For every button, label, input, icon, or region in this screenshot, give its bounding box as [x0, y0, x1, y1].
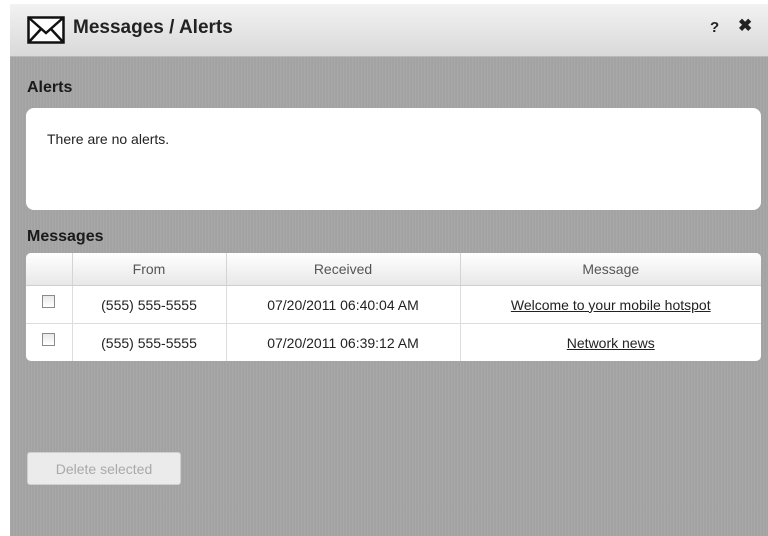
delete-selected-button[interactable]: Delete selected — [27, 452, 181, 485]
column-header-select — [26, 253, 73, 286]
messages-table: From Received Message (555) 555-5555 07/… — [26, 253, 761, 361]
row-select-cell — [26, 285, 73, 324]
help-icon[interactable]: ? — [710, 19, 719, 36]
row-checkbox[interactable] — [42, 333, 56, 347]
table-header-row: From Received Message — [26, 253, 761, 286]
table-row: (555) 555-5555 07/20/2011 06:40:04 AM We… — [26, 285, 761, 324]
row-checkbox[interactable] — [42, 295, 56, 309]
received-cell: 07/20/2011 06:39:12 AM — [226, 323, 461, 361]
row-select-cell — [26, 323, 73, 361]
message-cell: Network news — [460, 324, 761, 362]
envelope-icon — [27, 16, 65, 44]
dialog-title: Messages / Alerts — [73, 17, 233, 38]
messages-alerts-dialog: Messages / Alerts ? ✖ Alerts There are n… — [10, 4, 768, 536]
messages-heading: Messages — [27, 228, 104, 245]
from-cell: (555) 555-5555 — [72, 323, 227, 361]
message-link[interactable]: Network news — [567, 335, 655, 351]
alerts-empty-text: There are no alerts. — [47, 131, 170, 147]
table-row: (555) 555-5555 07/20/2011 06:39:12 AM Ne… — [26, 323, 761, 362]
message-cell: Welcome to your mobile hotspot — [460, 285, 761, 324]
column-header-received[interactable]: Received — [226, 253, 461, 286]
dialog-titlebar: Messages / Alerts ? ✖ — [10, 4, 768, 57]
close-icon[interactable]: ✖ — [738, 16, 752, 36]
column-header-message[interactable]: Message — [460, 253, 761, 286]
alerts-panel: There are no alerts. — [26, 108, 761, 210]
alerts-heading: Alerts — [27, 79, 73, 96]
received-cell: 07/20/2011 06:40:04 AM — [226, 285, 461, 324]
column-header-from[interactable]: From — [72, 253, 227, 286]
from-cell: (555) 555-5555 — [72, 285, 227, 324]
message-link[interactable]: Welcome to your mobile hotspot — [511, 297, 711, 313]
